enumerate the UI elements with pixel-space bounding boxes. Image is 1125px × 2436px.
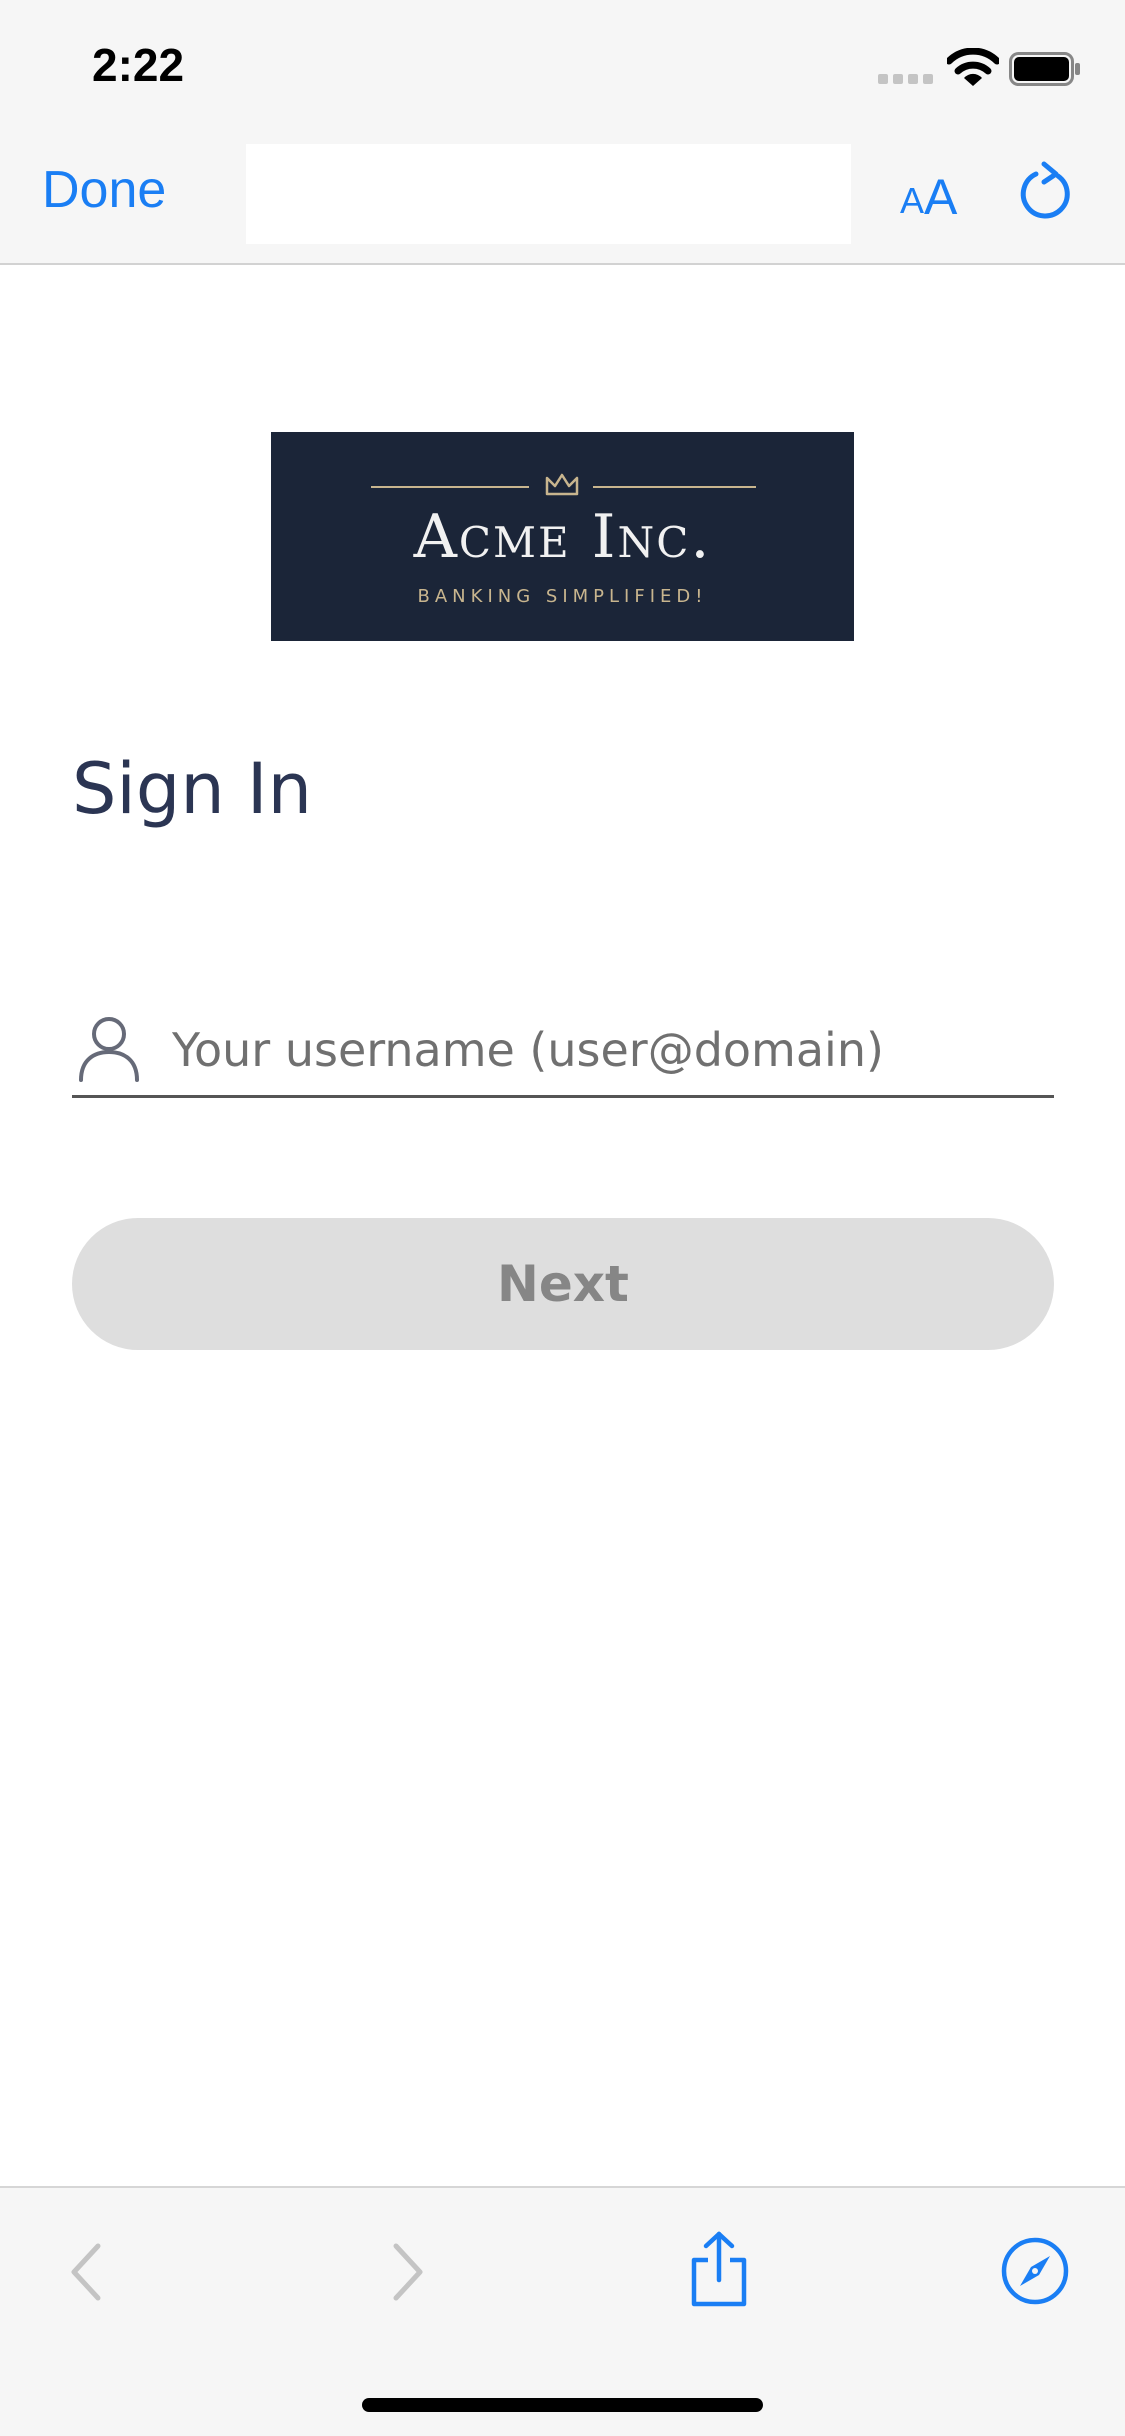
username-input[interactable]	[172, 1006, 1042, 1094]
user-icon	[79, 1017, 139, 1082]
username-field	[72, 1006, 1054, 1098]
compass-icon[interactable]	[1000, 2236, 1070, 2306]
crown-icon	[545, 473, 579, 496]
next-button[interactable]: Next	[72, 1218, 1054, 1350]
text-size-button[interactable]: A A	[898, 162, 962, 225]
status-bar: 2:22	[0, 0, 1125, 132]
back-icon[interactable]	[64, 2240, 108, 2304]
text-size-large-label: A	[924, 169, 958, 225]
address-bar[interactable]	[246, 144, 851, 244]
text-size-small-label: A	[900, 180, 925, 221]
battery-icon	[1009, 52, 1080, 86]
logo-tagline: BANKING SIMPLIFIED!	[417, 586, 708, 607]
status-time: 2:22	[92, 39, 185, 91]
share-icon[interactable]	[688, 2230, 750, 2308]
signal-icon	[878, 74, 933, 84]
reload-icon[interactable]	[1014, 160, 1074, 224]
logo-divider-right	[593, 486, 756, 488]
logo-name: Acme Inc.	[413, 502, 712, 572]
browser-screen: 2:22 Done A A Acme Inc. BANKING SIMPLIFI…	[0, 0, 1125, 2436]
forward-icon[interactable]	[386, 2240, 430, 2304]
done-button[interactable]: Done	[42, 157, 166, 223]
wifi-icon	[947, 48, 999, 86]
acme-logo: Acme Inc. BANKING SIMPLIFIED!	[271, 432, 854, 641]
logo-divider-left	[371, 486, 529, 488]
page-title: Sign In	[72, 748, 312, 830]
home-indicator[interactable]	[362, 2398, 763, 2412]
browser-toolbar: Done A A	[0, 132, 1125, 265]
